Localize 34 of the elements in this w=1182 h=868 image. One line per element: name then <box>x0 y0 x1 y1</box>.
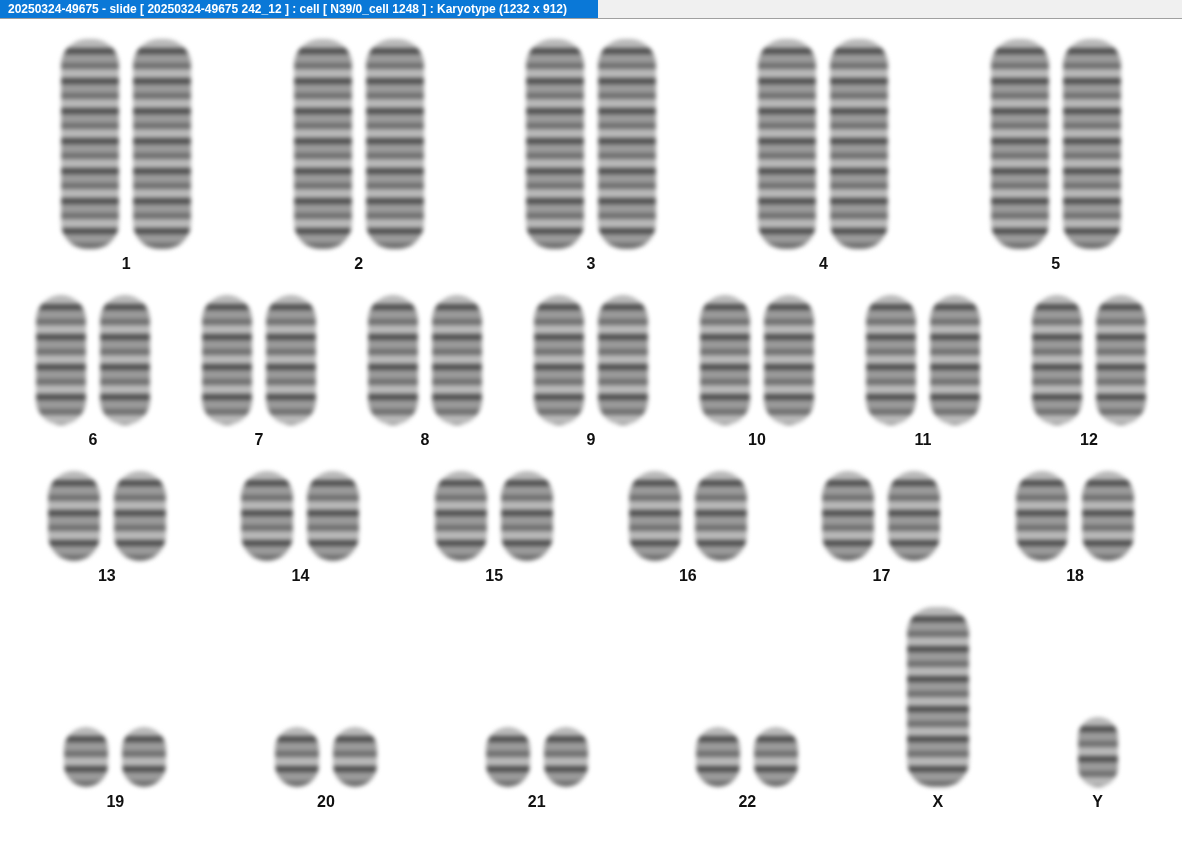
chromosome-drawing <box>754 727 799 787</box>
chromosome-label: 3 <box>586 255 596 273</box>
chromosome-label: 20 <box>317 793 335 811</box>
chromosome-label: 16 <box>678 567 697 585</box>
chromosome-drawing <box>1077 717 1118 787</box>
chromosome-drawing <box>122 727 167 787</box>
chromosome-label: 21 <box>527 793 546 811</box>
chromosome-label: 4 <box>818 255 828 273</box>
chromosome-label: 15 <box>485 567 504 585</box>
chromosome-label: 2 <box>354 255 364 273</box>
chromosome-drawing <box>64 727 109 787</box>
chromosome-drawing <box>696 727 741 787</box>
chromosome-label: X <box>932 793 944 811</box>
chromosome-drawing <box>275 727 319 787</box>
chromosome-drawing <box>485 727 530 787</box>
chromosome-label: 7 <box>254 431 264 449</box>
chromosome-label: 1 <box>121 255 131 273</box>
chromosome-label: 5 <box>1051 255 1061 273</box>
chromosome-label: 8 <box>420 431 430 449</box>
chromosome-label: 22 <box>738 793 757 811</box>
chromosome-label: 19 <box>106 793 125 811</box>
chromosome-label: 17 <box>872 567 891 585</box>
chromosome-label: 10 <box>748 431 766 449</box>
chromosome-label: 9 <box>586 431 596 449</box>
window-title: 20250324-49675 - slide [ 20250324-49675 242_12 ] : cell [ N39/0_cell 1248 ] : Karyotype (1232 x 912) <box>0 0 598 18</box>
chromosome-label: 14 <box>291 567 310 585</box>
chromosome-label: 6 <box>88 431 98 449</box>
chromosome-drawing <box>333 727 377 787</box>
chromosome-label: 18 <box>1066 567 1084 585</box>
chromosome-label: Y <box>1092 793 1103 811</box>
chromosome-label: 13 <box>97 567 116 585</box>
chromosome-label: 12 <box>1080 431 1098 449</box>
chromosome-label: 11 <box>914 431 932 449</box>
chromosome-drawing <box>543 727 588 787</box>
